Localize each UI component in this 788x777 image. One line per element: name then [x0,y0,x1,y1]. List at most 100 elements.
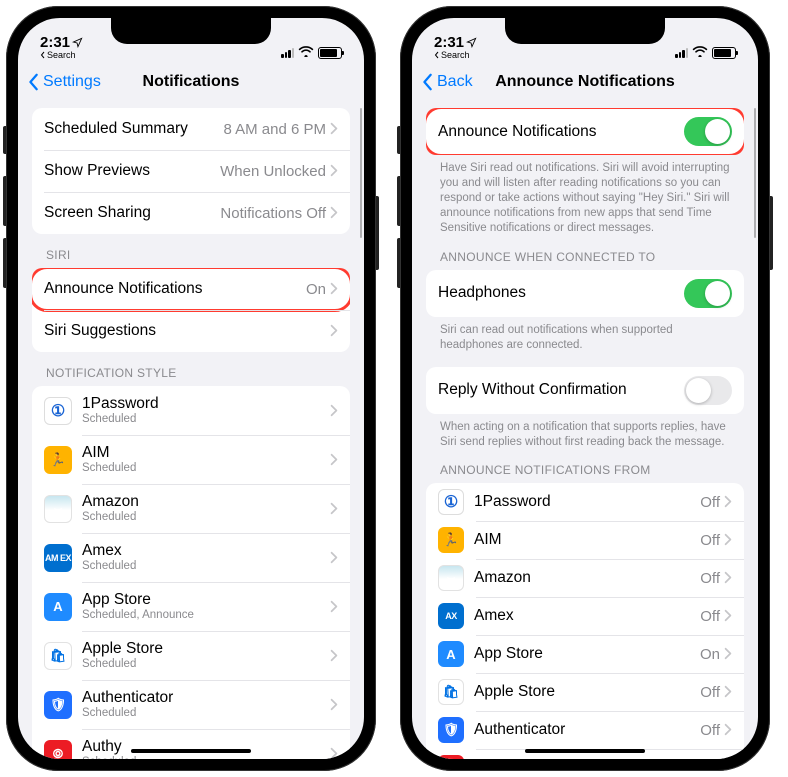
app-sub: Scheduled [82,560,136,573]
app-name: AIM [82,444,136,462]
battery-icon [318,47,342,59]
chevron-right-icon [724,569,732,587]
app-name: AIM [474,531,502,549]
settings-value: Notifications Off [220,205,326,222]
announce-app-row-amazon[interactable]: ⌣AmazonOff [426,559,744,597]
settings-label: Scheduled Summary [44,120,188,138]
app-icon: 🏃 [44,446,72,474]
app-row-apple-store[interactable]: 🛍Apple StoreScheduled [32,631,350,680]
from-header: ANNOUNCE NOTIFICATIONS FROM [426,449,744,483]
cell-signal-icon [675,48,688,58]
app-icon: ⦾ [438,755,464,759]
settings-label: Screen Sharing [44,204,151,222]
announce-app-row-app-store[interactable]: A App Store On [426,635,744,673]
nav-back-button[interactable]: Back [422,62,473,102]
app-icon: ⌣ [44,495,72,523]
app-name: Authy [82,738,136,756]
scroll-indicator[interactable] [360,108,363,238]
chevron-right-icon [724,645,732,663]
content-area: Scheduled Summary8 AM and 6 PMShow Previ… [18,102,364,759]
app-icon: AX [438,603,464,629]
settings-row-1[interactable]: Show PreviewsWhen Unlocked [32,150,350,192]
app-icon: ⌣ [438,565,464,591]
chevron-right-icon [724,493,732,511]
app-value: On [700,646,720,663]
app-icon: A [438,641,464,667]
chevron-right-icon [330,647,338,665]
app-name: Amazon [474,569,531,587]
location-icon [466,37,477,48]
app-sub: Scheduled [82,756,136,759]
app-icon: AM EX [44,544,72,572]
chevron-right-icon [330,322,338,340]
headphones-label: Headphones [438,284,526,302]
settings-row-0[interactable]: Scheduled Summary8 AM and 6 PM [32,108,350,150]
app-sub: Scheduled [82,413,159,426]
phone-right: 2:31 Search Back Announce [400,6,770,771]
app-row-1password[interactable]: ①1PasswordScheduled [32,386,350,435]
app-row-app-store[interactable]: AApp StoreScheduled, Announce [32,582,350,631]
chevron-right-icon [330,402,338,420]
reply-toggle[interactable] [684,376,732,405]
reply-footer: When acting on a notification that suppo… [426,414,744,450]
settings-row-2[interactable]: Screen Sharing Notifications Off [32,192,350,234]
announce-toggle[interactable] [684,117,732,146]
chevron-right-icon [330,549,338,567]
page-title: Notifications [143,73,240,91]
announce-toggle-label: Announce Notifications [438,123,597,141]
content-area: Announce Notifications Have Siri read ou… [412,102,758,759]
app-row-authy[interactable]: ⦾AuthyScheduled [32,729,350,759]
announce-app-row-1password[interactable]: ①1PasswordOff [426,483,744,521]
app-name: Amazon [82,493,139,511]
siri-header: SIRI [32,234,350,268]
announce-app-row-aim[interactable]: 🏃AIMOff [426,521,744,559]
app-sub: Scheduled, Announce [82,609,194,622]
announce-footer: Have Siri read out notifications. Siri w… [426,155,744,236]
app-name: Apple Store [82,640,163,658]
app-sub: Scheduled [82,707,173,720]
app-name: App Store [82,591,194,609]
app-name: Apple Store [474,683,555,701]
app-row-amex[interactable]: AM EX AmexScheduled [32,533,350,582]
app-name: Amex [82,542,136,560]
scroll-indicator[interactable] [754,108,757,238]
app-row-authenticator[interactable]: 🛡AuthenticatorScheduled [32,680,350,729]
chevron-right-icon [330,598,338,616]
announce-app-row-authenticator[interactable]: 🛡AuthenticatorOff [426,711,744,749]
siri-row-1[interactable]: Siri Suggestions [32,310,350,352]
app-name: 1Password [474,493,551,511]
chevron-left-icon [28,73,40,91]
connected-header: ANNOUNCE WHEN CONNECTED TO [426,236,744,270]
announce-toggle-row[interactable]: Announce Notifications [426,108,744,155]
chevron-right-icon [330,745,338,759]
siri-row-0[interactable]: Announce Notifications On [32,268,350,310]
chevron-right-icon [724,683,732,701]
chevron-right-icon [330,204,338,222]
home-indicator[interactable] [525,749,645,753]
wifi-icon [298,45,314,60]
breadcrumb-back[interactable]: Search [434,51,470,60]
app-sub: Scheduled [82,658,163,671]
app-row-aim[interactable]: 🏃 AIMScheduled [32,435,350,484]
nav-back-button[interactable]: Settings [28,62,101,102]
app-icon: 🛡 [44,691,72,719]
app-icon: 🛍 [438,679,464,705]
app-sub: Scheduled [82,462,136,475]
cell-signal-icon [281,48,294,58]
style-header: NOTIFICATION STYLE [32,352,350,386]
app-value: Off [700,608,720,625]
status-time: 2:31 [40,35,70,51]
siri-label: Announce Notifications [44,280,203,298]
announce-app-row-apple-store[interactable]: 🛍Apple StoreOff [426,673,744,711]
app-row-amazon[interactable]: ⌣AmazonScheduled [32,484,350,533]
home-indicator[interactable] [131,749,251,753]
headphones-toggle[interactable] [684,279,732,308]
announce-app-row-amex[interactable]: AXAmexOff [426,597,744,635]
reply-toggle-row[interactable]: Reply Without Confirmation [426,367,744,414]
connected-footer: Siri can read out notifications when sup… [426,317,744,353]
breadcrumb-back[interactable]: Search [40,51,76,60]
status-time: 2:31 [434,35,464,51]
app-name: App Store [474,645,543,663]
siri-value: On [306,281,326,298]
headphones-toggle-row[interactable]: Headphones [426,270,744,317]
